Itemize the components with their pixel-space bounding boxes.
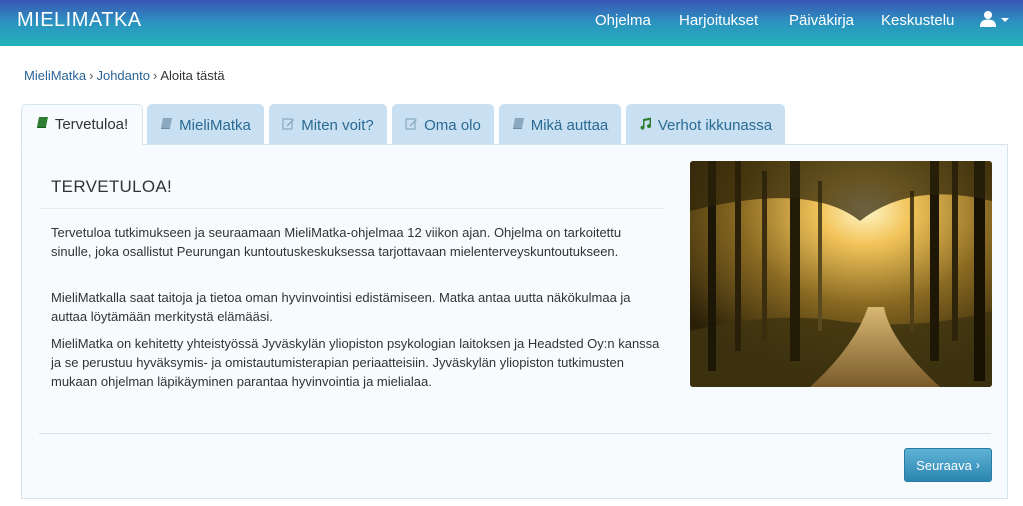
nav-item-paivakirja[interactable]: Päiväkirja [789,12,854,29]
tab-oma-olo[interactable]: Oma olo [392,104,494,145]
breadcrumb-mielimatka[interactable]: MieliMatka [24,68,86,83]
title-divider [39,208,665,209]
tab-label: Tervetuloa! [54,116,129,133]
brand-logo[interactable]: MIELIMATKA [17,9,142,32]
nav-item-ohjelma[interactable]: Ohjelma [595,12,651,29]
book-icon [512,117,525,134]
tab-label: Oma olo [424,116,481,134]
tab-label: Verhot ikkunassa [657,116,773,134]
breadcrumb-separator: › [152,68,158,83]
page-title: TERVETULOA! [51,177,173,196]
breadcrumb: MieliMatka › Johdanto › Aloita tästä [24,68,225,83]
edit-icon [282,117,295,134]
next-button-label: Seuraava [916,457,972,473]
tab-verhot-ikkunassa[interactable]: Verhot ikkunassa [626,104,785,145]
edit-icon [405,117,418,134]
music-icon [639,117,652,134]
tab-label: MieliMatka [179,116,251,134]
next-button[interactable]: Seuraava › [904,448,992,482]
intro-paragraph-3: MieliMatka on kehitetty yhteistyössä Jyv… [51,336,660,389]
breadcrumb-separator: › [89,68,94,83]
breadcrumb-johdanto[interactable]: Johdanto [96,68,150,83]
nav-item-harjoitukset[interactable]: Harjoitukset [679,12,758,29]
content-panel: TERVETULOA! Tervetuloa tutkimukseen ja s… [21,144,1008,499]
tab-label: Miten voit? [301,116,374,134]
forest-path-photo [690,161,992,387]
chevron-down-icon [1001,18,1009,22]
tab-mika-auttaa[interactable]: Mikä auttaa [499,104,621,145]
footer-divider [39,433,991,434]
top-navbar: MIELIMATKA Ohjelma Harjoitukset Päiväkir… [0,0,1023,46]
intro-paragraph-2: MieliMatkalla saat taitoja ja tietoa oma… [51,290,631,324]
tab-label: Mikä auttaa [530,116,609,134]
chevron-right-icon: › [975,458,980,472]
tab-tervetuloa[interactable]: Tervetuloa! [21,104,143,145]
user-icon [980,11,996,27]
tab-miten-voit[interactable]: Miten voit? [269,104,387,145]
nav-item-keskustelu[interactable]: Keskustelu [881,12,954,29]
intro-paragraph-1: Tervetuloa tutkimukseen ja seuraamaan Mi… [51,225,622,259]
user-menu-toggle[interactable] [980,10,1009,28]
breadcrumb-current: Aloita tästä [160,68,225,83]
book-icon [36,116,49,133]
tab-mielimatka[interactable]: MieliMatka [147,104,264,145]
book-icon [160,117,173,134]
